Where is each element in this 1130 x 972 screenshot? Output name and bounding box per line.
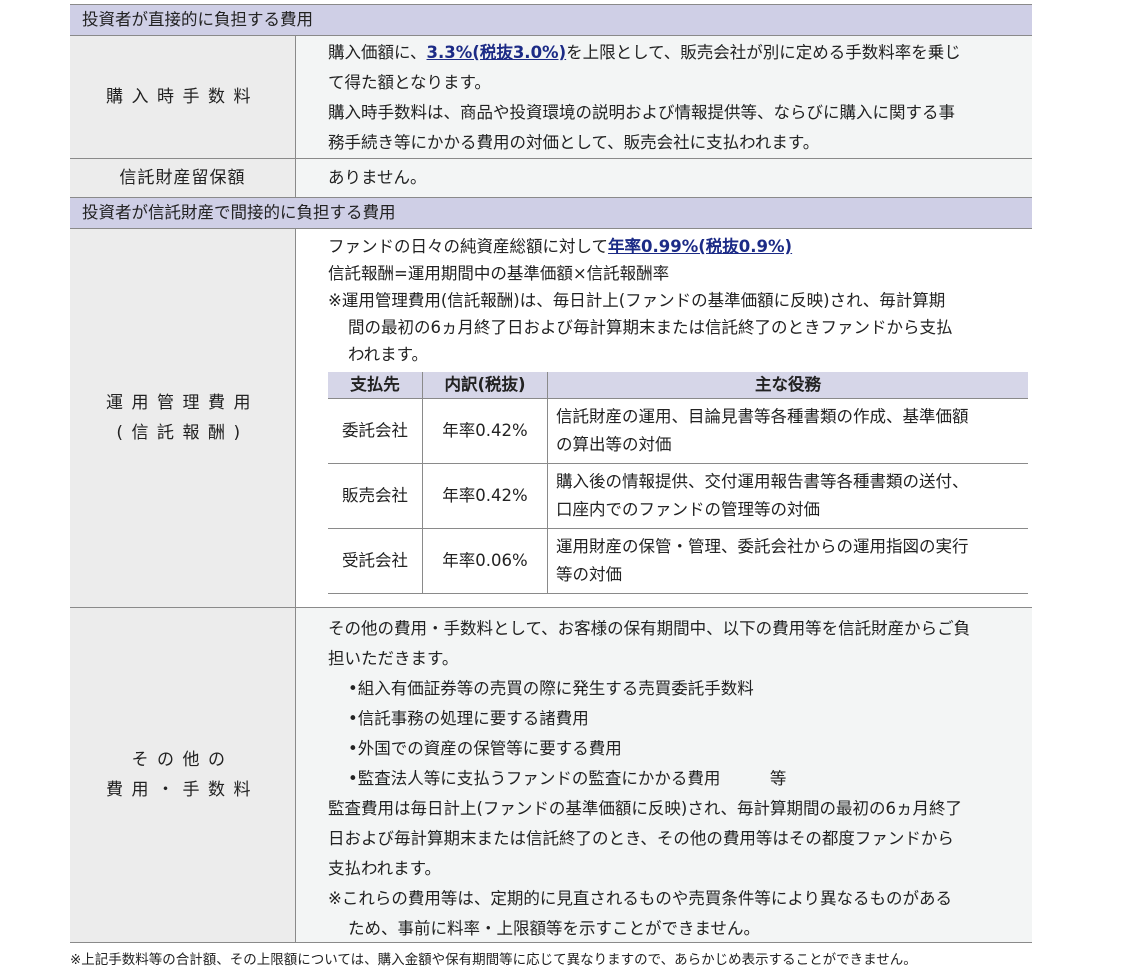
purchase-fee-rate: 3.3%(税抜3.0%) xyxy=(426,43,567,62)
management-fee-rate: 年率0.99%(税抜0.9%) xyxy=(608,237,793,256)
header-breakdown: 内訳(税抜) xyxy=(422,372,548,399)
row-purchase-fee: 購入時手数料 購入価額に、3.3%(税抜3.0%)を上限として、販売会社が別に定… xyxy=(70,36,1032,159)
label-purchase-fee: 購入時手数料 xyxy=(70,36,296,158)
section-header-indirect: 投資者が信託財産で間接的に負担する費用 xyxy=(70,198,1032,229)
section-header-direct: 投資者が直接的に負担する費用 xyxy=(70,4,1032,36)
list-item: •監査法人等に支払うファンドの監査にかかる費用 等 xyxy=(348,769,787,788)
row-other-fees: その他の 費用・手数料 その他の費用・手数料として、お客様の保有期間中、以下の費… xyxy=(70,608,1032,943)
footnote: ※上記手数料等の合計額、その上限額については、購入金額や保有期間等に応じて異なり… xyxy=(70,952,917,968)
table-row: 委託会社 年率0.42% 信託財産の運用、目論見書等各種書類の作成、基準価額 の算… xyxy=(328,398,1028,464)
label-management-fee: 運用管理費用 (信託報酬) xyxy=(70,229,296,607)
list-item: •組入有価証券等の売買の際に発生する売買委託手数料 xyxy=(348,679,754,698)
table-row: 受託会社 年率0.06% 運用財産の保管・管理、委託会社からの運用指図の実行 等の… xyxy=(328,528,1028,594)
content-purchase-fee: 購入価額に、3.3%(税抜3.0%)を上限として、販売会社が別に定める手数料率を… xyxy=(296,36,1032,158)
list-item: •信託事務の処理に要する諸費用 xyxy=(348,709,589,728)
header-payee: 支払先 xyxy=(328,372,423,399)
label-other-fees: その他の 費用・手数料 xyxy=(70,608,296,942)
fee-table: 投資者が直接的に負担する費用 購入時手数料 購入価額に、3.3%(税抜3.0%)… xyxy=(70,4,1032,943)
list-item: •外国での資産の保管等に要する費用 xyxy=(348,739,622,758)
content-management-fee: ファンドの日々の純資産総額に対して年率0.99%(税抜0.9%) 信託報酬=運用… xyxy=(296,229,1036,607)
header-duties: 主な役務 xyxy=(547,372,1028,399)
row-management-fee: 運用管理費用 (信託報酬) ファンドの日々の純資産総額に対して年率0.99%(税… xyxy=(70,229,1032,608)
row-trust-reserve: 信託財産留保額 ありません。 xyxy=(70,159,1032,198)
table-row: 販売会社 年率0.42% 購入後の情報提供、交付運用報告書等各種書類の送付、 口座… xyxy=(328,463,1028,529)
content-trust-reserve: ありません。 xyxy=(296,159,1032,197)
content-other-fees: その他の費用・手数料として、お客様の保有期間中、以下の費用等を信託財産からご負 … xyxy=(296,608,1032,942)
fee-breakdown-table: 支払先 内訳(税抜) 主な役務 委託会社 年率0.42% 信託財産の運用、目論見… xyxy=(328,372,1028,594)
label-trust-reserve: 信託財産留保額 xyxy=(70,159,296,197)
